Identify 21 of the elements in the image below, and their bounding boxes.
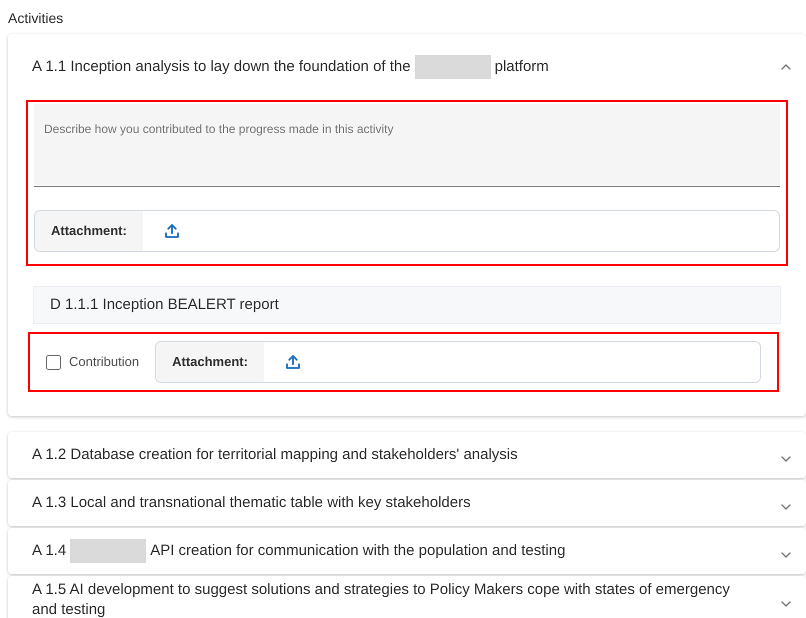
upload-icon[interactable] (162, 222, 181, 240)
activity-title: A 1.3 Local and transnational thematic table with key stakeholders (32, 493, 471, 513)
attachment-label: Attachment: (156, 342, 264, 382)
deliverable-header: D 1.1.1 Inception BEALERT report (33, 286, 781, 324)
activity-title: A 1.5 AI development to suggest solutions and strategies to Policy Makers cope with states of emergency and testing (32, 580, 731, 618)
activity-header[interactable]: A 1.5 AI development to suggest solutions and strategies to Policy Makers cope with states of emergency and testing (8, 576, 806, 618)
attachment-field[interactable]: Attachment: (155, 341, 761, 383)
activity-title: A 1.1 Inception analysis to lay down the foundation of the platform (32, 55, 549, 79)
activity-header[interactable]: A 1.3 Local and transnational thematic table with key stakeholders (8, 480, 806, 526)
upload-icon[interactable] (284, 353, 302, 371)
contribution-checkbox[interactable] (46, 354, 61, 370)
contribution-label: Contribution (69, 353, 140, 372)
activity-header[interactable]: A 1.4 API creation for communication with the population and testing (8, 528, 806, 574)
attachment-label: Attachment: (35, 211, 143, 251)
activity-header[interactable]: A 1.2 Database creation for territorial mapping and stakeholders' analysis (8, 432, 806, 478)
activity-title: A 1.2 Database creation for territorial mapping and stakeholders' analysis (32, 445, 518, 465)
activity-header[interactable]: A 1.1 Inception analysis to lay down the foundation of the platform (8, 34, 806, 100)
description-field[interactable]: Describe how you contributed to the progress made in this activity (34, 104, 780, 187)
activity-title: A 1.4 API creation for communication with the population and testing (32, 539, 566, 563)
section-heading: Activities (8, 9, 64, 28)
attachment-field[interactable]: Attachment: (34, 210, 780, 252)
